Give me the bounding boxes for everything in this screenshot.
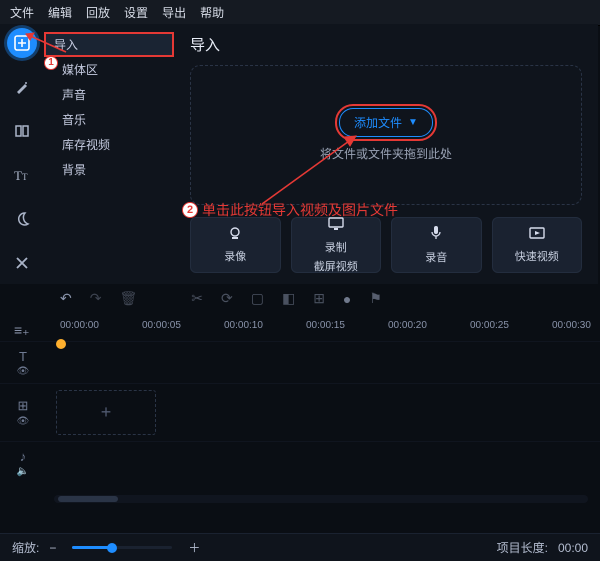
video-track-icon: ⊞ xyxy=(18,398,29,414)
rail-moretools-button[interactable] xyxy=(7,248,37,278)
track-head-titles: T 👁 xyxy=(0,349,46,377)
record-screen-label-b: 截屏视频 xyxy=(314,258,358,274)
visibility-icon[interactable]: 👁 xyxy=(17,416,30,427)
quick-video-label: 快速视频 xyxy=(515,248,559,264)
timeline-scrollbar[interactable] xyxy=(54,495,588,503)
timeline-area: ↶ ↷ 🗑 ✂ ⟳ ▢ ◧ ⊞ ● ⚑ 00:00:00 00:00:05 00… xyxy=(0,284,600,533)
project-length-label: 项目长度: xyxy=(497,539,548,556)
add-file-button[interactable]: 添加文件 ▼ xyxy=(339,108,433,137)
ruler-tick: 00:00:25 xyxy=(470,320,509,331)
record-audio-label: 录音 xyxy=(425,249,447,265)
wand-icon xyxy=(14,79,30,95)
clip-props-button[interactable]: ⊞ xyxy=(313,290,325,307)
rail-filters-button[interactable] xyxy=(7,72,37,102)
menu-settings[interactable]: 设置 xyxy=(124,4,148,21)
zoom-out-button[interactable]: − xyxy=(49,541,56,555)
delete-button[interactable]: 🗑 xyxy=(119,290,137,307)
drop-zone[interactable]: 添加文件 ▼ 将文件或文件夹拖到此处 xyxy=(190,65,582,205)
empty-clip-slot[interactable]: + xyxy=(56,390,156,435)
ruler-tick: 00:00:05 xyxy=(142,320,181,331)
mute-icon[interactable]: 🔈 xyxy=(17,466,29,477)
record-vo-button[interactable]: ● xyxy=(343,291,351,307)
chevron-down-icon: ▼ xyxy=(408,117,418,128)
marker-button[interactable]: ⚑ xyxy=(369,290,382,307)
status-bar: 缩放: − ＋ 项目长度: 00:00 xyxy=(0,533,600,561)
record-camera-label: 录像 xyxy=(224,248,246,264)
transition-icon xyxy=(14,123,30,139)
capture-tools-row: 录像 录制 截屏视频 录音 快速视频 xyxy=(190,217,582,273)
titles-icon: TT xyxy=(14,167,30,183)
add-file-label: 添加文件 xyxy=(354,114,402,131)
color-button[interactable]: ◧ xyxy=(282,290,295,307)
menu-help[interactable]: 帮助 xyxy=(200,4,224,21)
microphone-icon xyxy=(429,225,443,246)
titles-track-icon: T xyxy=(19,349,27,364)
tree-item-music[interactable]: 音乐 xyxy=(44,107,174,132)
camera-icon xyxy=(226,226,244,245)
side-rail: TT xyxy=(0,24,44,284)
annotation-badge-2: 2 xyxy=(182,202,198,218)
svg-text:T: T xyxy=(22,172,28,182)
record-screen-button[interactable]: 录制 截屏视频 xyxy=(291,217,382,273)
moon-icon xyxy=(14,211,30,227)
record-audio-button[interactable]: 录音 xyxy=(391,217,482,273)
annotation-callout-2: 2 单击此按钮导入视频及图片文件 xyxy=(182,200,398,220)
ruler-tick: 00:00:00 xyxy=(60,320,99,331)
track-head-video: ⊞ 👁 xyxy=(0,398,46,427)
add-track-button[interactable]: ≡₊ xyxy=(14,322,30,339)
timeline-toolbar: ↶ ↷ 🗑 ✂ ⟳ ▢ ◧ ⊞ ● ⚑ xyxy=(0,284,600,313)
visibility-icon[interactable]: 👁 xyxy=(17,366,30,377)
record-screen-label-a: 录制 xyxy=(325,239,347,255)
zoom-in-button[interactable]: ＋ xyxy=(188,539,200,556)
drop-hint-text: 将文件或文件夹拖到此处 xyxy=(320,145,452,162)
tree-item-stockvideo[interactable]: 库存视频 xyxy=(44,132,174,157)
record-camera-button[interactable]: 录像 xyxy=(190,217,281,273)
redo-button[interactable]: ↷ xyxy=(90,290,102,307)
track-audio[interactable]: ♪ 🔈 xyxy=(0,441,600,483)
tree-root-import[interactable]: 导入 xyxy=(44,32,174,57)
quick-video-icon xyxy=(528,226,546,245)
tree-item-media[interactable]: 媒体区 xyxy=(44,57,174,82)
annotation-badge-1: 1 xyxy=(44,56,58,70)
tracks: T 👁 ⊞ 👁 + ♪ 🔈 xyxy=(0,341,600,483)
audio-track-icon: ♪ xyxy=(20,449,27,464)
menu-playback[interactable]: 回放 xyxy=(86,4,110,21)
zoom-label: 缩放: xyxy=(12,539,39,556)
track-titles[interactable]: T 👁 xyxy=(0,341,600,383)
ruler-tick: 00:00:30 xyxy=(552,320,591,331)
playhead[interactable] xyxy=(56,339,66,349)
menu-export[interactable]: 导出 xyxy=(162,4,186,21)
zoom-slider[interactable] xyxy=(72,546,172,549)
cut-button[interactable]: ✂ xyxy=(191,290,203,307)
import-panel: 导入 添加文件 ▼ 将文件或文件夹拖到此处 录像 录制 截屏视频 录音 xyxy=(174,24,598,284)
quick-video-button[interactable]: 快速视频 xyxy=(492,217,583,273)
rotate-button[interactable]: ⟳ xyxy=(221,290,233,307)
undo-button[interactable]: ↶ xyxy=(60,290,72,307)
tree-item-background[interactable]: 背景 xyxy=(44,157,174,182)
rail-import-button[interactable] xyxy=(7,28,37,58)
panel-title: 导入 xyxy=(190,34,582,55)
import-plus-icon xyxy=(14,35,30,51)
track-video[interactable]: ⊞ 👁 + xyxy=(0,383,600,441)
zoom-slider-thumb[interactable] xyxy=(107,543,117,553)
track-head-audio: ♪ 🔈 xyxy=(0,449,46,477)
menu-bar: 文件 编辑 回放 设置 导出 帮助 xyxy=(0,0,600,26)
rail-stickers-button[interactable] xyxy=(7,204,37,234)
media-tree: 导入 媒体区 声音 音乐 库存视频 背景 xyxy=(44,24,174,284)
annotation-text-2: 单击此按钮导入视频及图片文件 xyxy=(202,200,398,220)
tree-item-sound[interactable]: 声音 xyxy=(44,82,174,107)
menu-file[interactable]: 文件 xyxy=(10,4,34,21)
svg-text:T: T xyxy=(14,168,22,183)
rail-titles-button[interactable]: TT xyxy=(7,160,37,190)
time-ruler[interactable]: 00:00:00 00:00:05 00:00:10 00:00:15 00:0… xyxy=(46,313,600,337)
project-length-value: 00:00 xyxy=(558,541,588,555)
ruler-tick: 00:00:10 xyxy=(224,320,263,331)
rail-transitions-button[interactable] xyxy=(7,116,37,146)
scrollbar-thumb[interactable] xyxy=(58,496,118,502)
menu-edit[interactable]: 编辑 xyxy=(48,4,72,21)
ruler-tick: 00:00:20 xyxy=(388,320,427,331)
tools-cross-icon xyxy=(14,255,30,271)
crop-button[interactable]: ▢ xyxy=(251,290,264,307)
ruler-tick: 00:00:15 xyxy=(306,320,345,331)
